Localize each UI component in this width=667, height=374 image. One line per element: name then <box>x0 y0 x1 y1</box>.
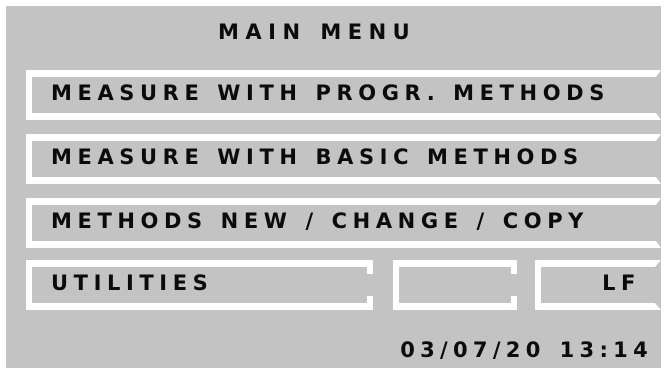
button-label: MEASURE WITH BASIC METHODS <box>51 145 584 169</box>
blank-button[interactable] <box>393 257 517 313</box>
button-frame <box>393 260 517 310</box>
status-date: 03/07/20 <box>400 338 546 362</box>
utilities-button[interactable]: UTILITIES <box>26 257 373 313</box>
button-label: LF <box>602 271 641 295</box>
measure-basic-methods-button[interactable]: MEASURE WITH BASIC METHODS <box>26 131 661 187</box>
button-label: MEASURE WITH PROGR. METHODS <box>51 81 610 105</box>
button-label: UTILITIES <box>51 271 214 295</box>
lf-button[interactable]: LF <box>535 257 661 313</box>
page-title: MAIN MENU <box>218 20 417 44</box>
status-datetime: 03/07/20 13:14 <box>400 338 653 362</box>
lcd-screen: MAIN MENU MEASURE WITH PROGR. METHODS ME… <box>6 6 661 368</box>
measure-progr-methods-button[interactable]: MEASURE WITH PROGR. METHODS <box>26 67 661 123</box>
button-label: METHODS NEW / CHANGE / COPY <box>51 209 589 233</box>
button-frame <box>535 260 661 310</box>
methods-new-change-copy-button[interactable]: METHODS NEW / CHANGE / COPY <box>26 195 661 251</box>
status-time: 13:14 <box>559 338 653 362</box>
